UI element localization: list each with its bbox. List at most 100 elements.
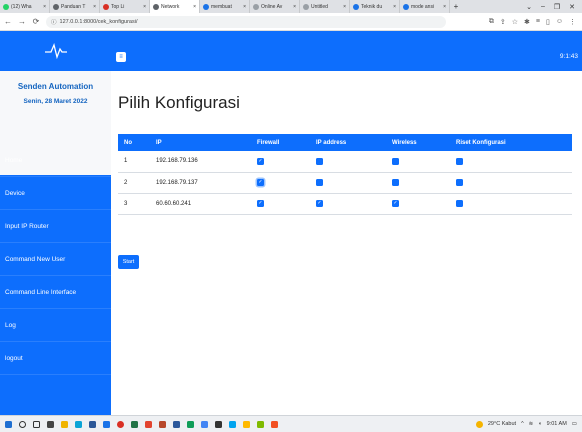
store-icon[interactable] — [89, 420, 96, 428]
close-window-icon[interactable]: ✕ — [569, 3, 575, 11]
brand-name: Senden Automation — [17, 82, 94, 91]
tab-label: Untitled — [311, 3, 328, 10]
sidebar-item-device[interactable]: Device — [0, 177, 111, 210]
extensions-icon[interactable]: ✱ — [524, 18, 530, 26]
close-icon[interactable]: × — [293, 4, 296, 10]
chevron-up-icon[interactable]: ^ — [521, 421, 524, 427]
app-icon[interactable] — [229, 420, 236, 428]
reset-config-checkbox[interactable] — [456, 178, 463, 186]
reset-config-checkbox[interactable] — [456, 199, 463, 207]
page-title: Pilih Konfigurasi — [118, 93, 240, 112]
wireless-checkbox[interactable] — [392, 178, 399, 186]
app-icon[interactable] — [103, 420, 110, 428]
reading-list-icon[interactable]: ≡ — [536, 18, 540, 26]
windows-start-icon[interactable] — [5, 420, 12, 428]
weather-icon[interactable] — [475, 420, 483, 428]
sidebar-item-log[interactable]: Log — [0, 309, 111, 342]
terminal-icon[interactable] — [215, 420, 222, 428]
wireless-checkbox[interactable] — [392, 157, 399, 165]
file-explorer-icon[interactable] — [61, 420, 68, 428]
menu-icon[interactable]: ⋮ — [569, 18, 576, 26]
info-icon[interactable]: ⓘ — [51, 18, 57, 26]
browser-tab-3[interactable]: Network × — [150, 0, 200, 13]
widgets-icon[interactable] — [47, 420, 54, 428]
close-icon[interactable]: × — [443, 4, 446, 10]
row-ip: 60.60.60.241 — [156, 200, 192, 207]
browser-tab-2[interactable]: Top Li × — [100, 0, 150, 13]
sidebar-item-home[interactable]: Home — [0, 144, 111, 177]
reload-icon[interactable]: ⟳ — [32, 17, 40, 26]
tab-label: Network — [161, 3, 180, 10]
chevron-down-icon[interactable]: ⌄ — [526, 3, 532, 11]
search-icon[interactable] — [19, 420, 26, 428]
table-row: 3 60.60.60.241 — [118, 193, 572, 214]
sidepanel-icon[interactable]: ▯ — [546, 18, 550, 26]
star-icon[interactable]: ☆ — [512, 18, 518, 26]
edge-icon[interactable] — [75, 420, 82, 428]
tab-favicon-icon — [303, 3, 309, 10]
firewall-checkbox[interactable] — [257, 157, 264, 165]
sidebar-item-logout[interactable]: logout — [0, 342, 111, 375]
word-icon[interactable] — [173, 420, 180, 428]
wireless-checkbox[interactable] — [392, 199, 399, 207]
translate-icon[interactable]: ⧉ — [489, 18, 494, 26]
row-no: 1 — [124, 158, 128, 165]
table-header-row: No IP Firewall IP address Wireless Riset… — [118, 134, 572, 151]
close-icon[interactable]: × — [93, 4, 96, 10]
config-table: No IP Firewall IP address Wireless Riset… — [118, 134, 572, 215]
office-icon[interactable] — [145, 420, 152, 428]
browser-tab-1[interactable]: Panduan T × — [50, 0, 100, 13]
task-view-icon[interactable] — [33, 420, 40, 428]
excel-icon[interactable] — [131, 420, 138, 428]
forward-arrow-icon[interactable]: → — [18, 17, 26, 26]
sidebar-item-input-ip-router[interactable]: Input IP Router — [0, 210, 111, 243]
app-icon[interactable] — [187, 420, 194, 428]
browser-tab-6[interactable]: Untitled × — [300, 0, 350, 13]
ip-address-checkbox[interactable] — [316, 157, 323, 165]
app-icon[interactable] — [271, 420, 278, 428]
wifi-icon[interactable]: ≋ — [529, 421, 534, 427]
powerpoint-icon[interactable] — [159, 420, 166, 428]
minimize-icon[interactable]: – — [541, 3, 545, 11]
browser-tab-5[interactable]: Online Av × — [250, 0, 300, 13]
ip-address-checkbox[interactable] — [316, 199, 323, 207]
back-arrow-icon[interactable]: ← — [4, 17, 12, 26]
profile-icon[interactable]: ☺ — [556, 18, 563, 26]
header-wireless: Wireless — [392, 139, 417, 146]
firewall-checkbox[interactable] — [257, 178, 264, 186]
ip-address-checkbox[interactable] — [316, 178, 323, 186]
tab-favicon-icon — [53, 3, 59, 10]
sidebar-item-command-new-user[interactable]: Command New User — [0, 243, 111, 276]
browser-tab-8[interactable]: mode ansi × — [400, 0, 450, 13]
start-button[interactable]: Start — [118, 255, 139, 269]
tab-label: Teknik du — [361, 3, 383, 10]
close-icon[interactable]: × — [243, 4, 246, 10]
browser-tab-4[interactable]: membuat × — [200, 0, 250, 13]
share-icon[interactable]: ⇪ — [500, 18, 506, 26]
reset-config-checkbox[interactable] — [456, 157, 463, 165]
address-bar[interactable]: ⓘ 127.0.0.1:8000/cek_konfigurasi/ — [46, 15, 446, 28]
close-icon[interactable]: × — [343, 4, 346, 10]
chrome-icon[interactable] — [117, 420, 124, 428]
header-no: No — [124, 139, 132, 146]
new-tab-button[interactable]: + — [450, 2, 462, 11]
close-icon[interactable]: × — [393, 4, 396, 10]
firewall-checkbox[interactable] — [257, 199, 264, 207]
weather-text[interactable]: 29°C Kabut — [488, 421, 516, 427]
speaker-icon[interactable]: ◖ — [538, 421, 541, 427]
maximize-icon[interactable]: ❐ — [554, 3, 560, 11]
app-icon[interactable] — [243, 420, 250, 428]
notification-icon[interactable]: ▭ — [572, 421, 577, 427]
app-icon[interactable] — [257, 420, 264, 428]
app-icon[interactable] — [201, 420, 208, 428]
sidebar-item-command-line-interface[interactable]: Command Line Interface — [0, 276, 111, 309]
tab-favicon-icon — [103, 3, 109, 10]
browser-tab-7[interactable]: Teknik du × — [350, 0, 400, 13]
sidebar-toggle-button[interactable]: ≡ — [116, 52, 126, 62]
close-icon[interactable]: × — [43, 4, 46, 10]
taskbar-clock[interactable]: 9:01 AM — [547, 421, 567, 427]
close-icon[interactable]: × — [193, 4, 196, 10]
os-taskbar: 29°C Kabut ^ ≋ ◖ 9:01 AM ▭ — [0, 415, 582, 432]
browser-tab-0[interactable]: (12) Wha × — [0, 0, 50, 13]
close-icon[interactable]: × — [143, 4, 146, 10]
